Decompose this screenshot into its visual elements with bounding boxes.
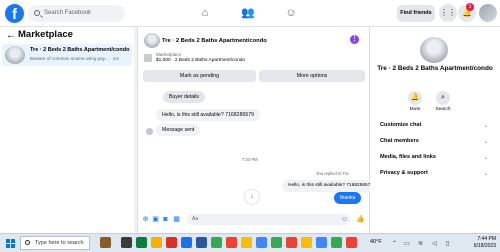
media-files-links-row[interactable]: Media, files and links — [380, 154, 492, 160]
clock-date: 6/18/2023 — [473, 243, 496, 249]
sender-avatar — [146, 128, 153, 135]
info-icon[interactable]: ⋮ — [350, 35, 359, 44]
windows-start-icon[interactable] — [6, 239, 15, 248]
chevron-down-icon: ⌄ — [484, 155, 489, 161]
gif-icon[interactable]: ▦ — [173, 216, 180, 223]
search-input[interactable]: Search Facebook — [28, 5, 125, 22]
chat-thumbnail — [144, 33, 160, 48]
more-options-button[interactable]: More options — [259, 70, 365, 82]
item-price-line: $1,000 · 2 Beds 2 Baths Apartment/condo — [156, 58, 246, 63]
chrome-icon[interactable] — [301, 237, 312, 248]
add-icon[interactable]: ⊕ — [142, 216, 149, 223]
profile-avatar[interactable] — [479, 4, 497, 22]
notification-badge: 1 — [466, 3, 474, 11]
marketplace-title: Marketplace — [18, 29, 73, 40]
task-view-icon[interactable] — [121, 237, 132, 248]
search-icon — [34, 10, 40, 16]
chevron-up-icon[interactable]: ⌃ — [392, 240, 397, 247]
clock-time: 7:44 PM — [477, 236, 496, 242]
mute-bell-icon[interactable]: 🔔 — [408, 91, 422, 105]
volume-icon[interactable]: ◁ — [432, 240, 437, 247]
listing-preview: Beware of common scams using pay... · 1m — [30, 56, 120, 61]
privacy-support-row[interactable]: Privacy & support — [380, 170, 492, 176]
conversation-details-panel: Tre · 2 Beds 2 Baths Apartment/condo 🔔 M… — [370, 27, 500, 233]
chrome-icon[interactable] — [256, 237, 267, 248]
quoted-message: Hello, is this still available? 71682865… — [282, 180, 380, 192]
top-navigation-bar: f Search Facebook ⌂ 👥 ☺ Find friends ⋮⋮ … — [0, 0, 500, 27]
network-icon[interactable]: ▭ — [404, 240, 410, 247]
find-friends-button[interactable]: Find friends — [397, 5, 435, 22]
listing-image — [420, 37, 448, 63]
chevron-down-icon: ⌄ — [484, 171, 489, 177]
taskbar-app-icon[interactable] — [100, 237, 111, 248]
search-icon — [25, 240, 30, 245]
message-bubble: Hello, is this still available? 71682865… — [156, 109, 260, 121]
chrome-icon[interactable] — [226, 237, 237, 248]
weather-temperature[interactable]: 40°F — [370, 239, 382, 245]
customize-chat-row[interactable]: Customize chat — [380, 122, 492, 128]
conversation-title: Tre · 2 Beds 2 Baths Apartment/condo — [377, 65, 493, 72]
taskbar-search-input[interactable]: Type here to search — [20, 236, 90, 250]
chevron-down-icon: ⌄ — [484, 139, 489, 145]
search-conversation-icon[interactable]: ⌕ — [436, 91, 450, 105]
sticker-icon[interactable]: ◙ — [162, 216, 169, 223]
taskbar-app-icon[interactable] — [196, 237, 207, 248]
chrome-icon[interactable] — [331, 237, 342, 248]
menu-grid-icon[interactable]: ⋮⋮ — [439, 4, 457, 22]
item-thumbnail — [144, 54, 152, 62]
reply-label: You replied to Tre — [316, 171, 349, 176]
file-explorer-icon[interactable] — [151, 237, 162, 248]
system-clock[interactable]: 7:44 PM 6/18/2023 — [466, 236, 496, 250]
chevron-down-icon: ⌄ — [484, 123, 489, 129]
like-icon[interactable]: 👍 — [356, 216, 365, 223]
windows-taskbar: Type here to search 40°F ⌃ ▭ ≋ ◁ ▯ 7:44 … — [0, 233, 500, 252]
chrome-icon[interactable] — [286, 237, 297, 248]
search-placeholder: Search Facebook — [44, 10, 92, 16]
buyer-details-button[interactable]: Buyer details — [163, 91, 205, 103]
wifi-icon[interactable]: ≋ — [418, 240, 423, 247]
mute-label: Mute — [409, 107, 421, 112]
home-icon[interactable]: ⌂ — [198, 6, 212, 20]
chrome-icon[interactable] — [271, 237, 282, 248]
message-input[interactable]: Aa — [187, 214, 350, 225]
scroll-down-icon[interactable]: ↓ — [245, 190, 259, 204]
listing-thumbnail — [5, 46, 25, 64]
listing-title: Tre · 2 Beds 2 Baths Apartment/condo — [30, 47, 130, 53]
groups-icon[interactable]: ☺ — [284, 6, 298, 20]
facebook-logo-icon[interactable]: f — [5, 4, 24, 23]
back-arrow-icon[interactable]: ← — [6, 30, 16, 41]
conversation-list-item[interactable]: Tre · 2 Beds 2 Baths Apartment/condo Bew… — [2, 44, 132, 66]
emoji-icon[interactable]: ☺ — [341, 216, 348, 223]
chrome-icon[interactable] — [241, 237, 252, 248]
search-label: Search — [435, 107, 451, 112]
chat-members-row[interactable]: Chat members — [380, 138, 492, 144]
marketplace-label: Marketplace — [156, 52, 182, 57]
sent-message-bubble: thanks — [334, 192, 362, 204]
photo-icon[interactable]: ▣ — [152, 216, 159, 223]
mark-as-pending-button[interactable]: Mark as pending — [143, 70, 256, 82]
message-timestamp: 7:44 PM — [242, 157, 258, 162]
marketplace-sidebar: ← Marketplace Tre · 2 Beds 2 Baths Apart… — [0, 27, 134, 233]
battery-icon[interactable]: ▯ — [446, 240, 449, 247]
taskbar-app-icon[interactable] — [136, 237, 147, 248]
chrome-icon[interactable] — [181, 237, 192, 248]
taskbar-search-placeholder: Type here to search — [35, 240, 84, 246]
taskbar-app-icon[interactable] — [166, 237, 177, 248]
friends-icon[interactable]: 👥 — [241, 6, 255, 20]
chat-title[interactable]: Tre · 2 Beds 2 Baths Apartment/condo — [162, 38, 267, 44]
chrome-icon[interactable] — [211, 237, 222, 248]
chrome-icon[interactable] — [316, 237, 327, 248]
message-bubble: Message sent — [156, 124, 201, 136]
chrome-icon[interactable] — [346, 237, 357, 248]
